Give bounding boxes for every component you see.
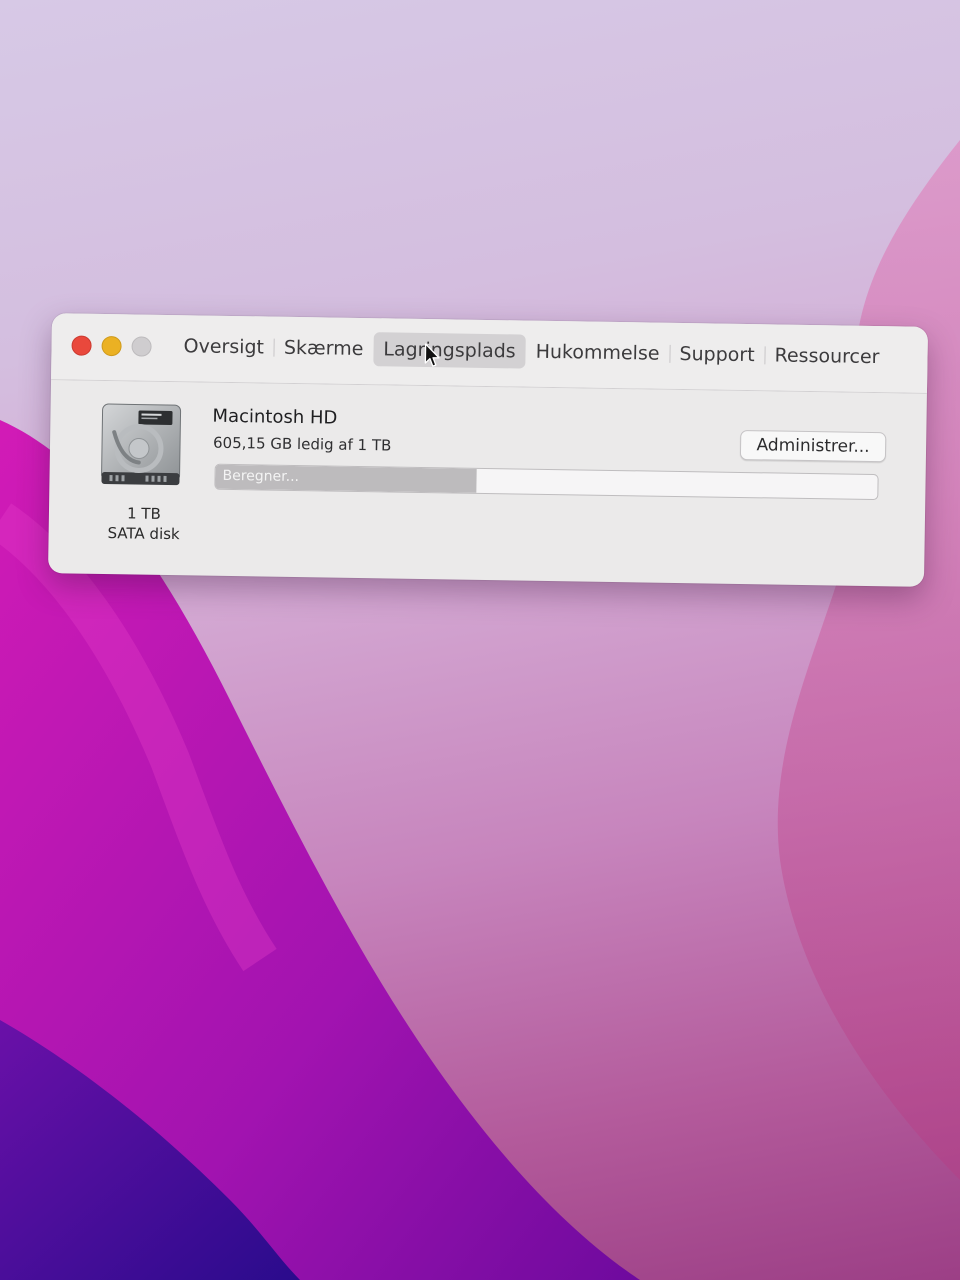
zoom-window-button[interactable] [131,336,152,357]
tab-support[interactable]: Support [669,337,765,372]
tab-bar: Oversigt Skærme Lagringsplads Hukommelse… [173,329,889,374]
storage-bar-status: Beregner... [222,467,300,486]
volume-free-space: 605,15 GB ledig af 1 TB [212,433,392,455]
storage-usage-bar: Beregner... [214,463,879,501]
disk-type-label: SATA disk [107,524,180,544]
tab-resources[interactable]: Ressourcer [764,338,889,374]
tab-displays[interactable]: Skærme [274,331,374,367]
tab-overview[interactable]: Oversigt [173,329,274,365]
disk-capacity-label: 1 TB [126,504,161,523]
mouse-pointer-icon [424,343,440,367]
about-this-mac-window: Oversigt Skærme Lagringsplads Hukommelse… [48,313,928,587]
desktop-wallpaper [0,140,960,1280]
minimize-window-button[interactable] [101,335,122,357]
hard-drive-icon [101,403,182,486]
tab-storage[interactable]: Lagringsplads [373,332,526,369]
close-window-button[interactable] [71,335,92,356]
manage-storage-button[interactable]: Administrer... [739,429,887,463]
volume-name: Macintosh HD [212,405,338,429]
window-titlebar: Oversigt Skærme Lagringsplads Hukommelse… [51,313,928,394]
tab-memory[interactable]: Hukommelse [525,335,669,371]
